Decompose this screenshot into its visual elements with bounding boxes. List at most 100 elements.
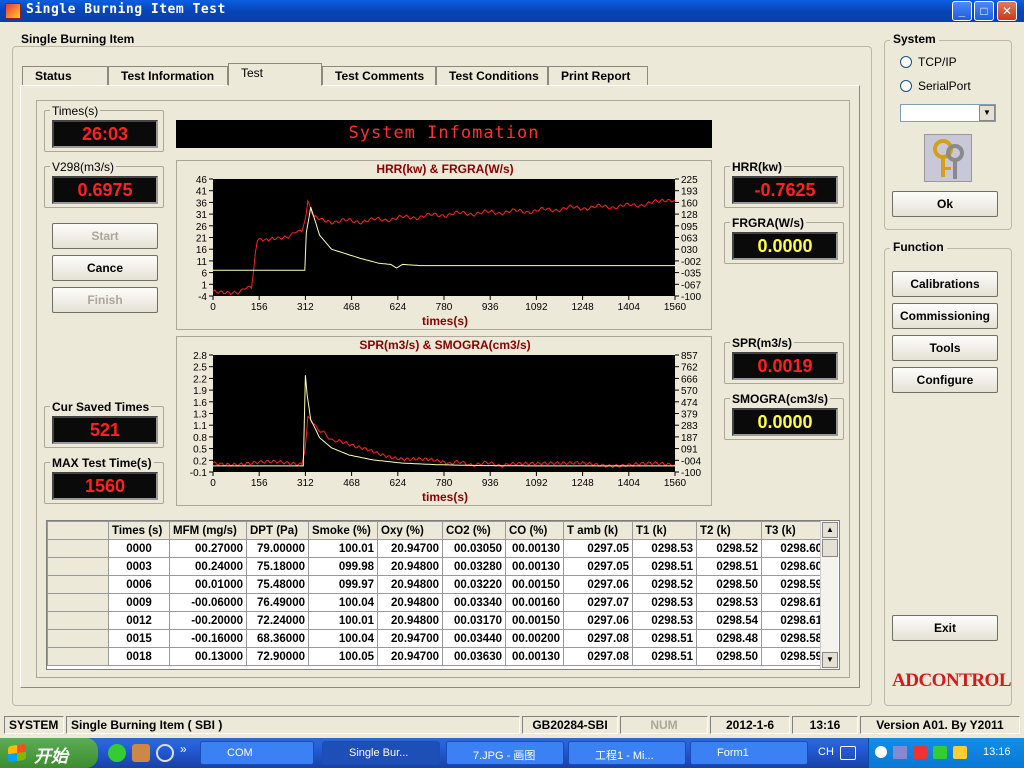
status-date: 2012-1-6 xyxy=(710,716,790,734)
table-cell: 0298.59 xyxy=(761,575,826,594)
table-cell: 0298.53 xyxy=(632,539,697,558)
tab-test-comments[interactable]: Test Comments xyxy=(322,66,436,85)
status-time: 13:16 xyxy=(792,716,858,734)
table-cell: 0012 xyxy=(108,611,170,630)
table-cell: -00.06000 xyxy=(169,593,247,612)
table-cell: 20.94700 xyxy=(377,629,443,648)
quicklaunch-browser-icon[interactable] xyxy=(156,744,174,762)
serialport-label: SerialPort xyxy=(918,79,971,93)
tcpip-radio[interactable] xyxy=(900,56,912,68)
row-header-cell[interactable] xyxy=(47,539,109,558)
windows-logo-icon xyxy=(8,743,26,763)
taskbar-item-single-burning[interactable]: Single Bur... xyxy=(322,741,440,765)
ok-button[interactable]: Ok xyxy=(892,191,998,217)
table-header-cell[interactable]: T3 (k) xyxy=(761,521,826,540)
table-cell: 0297.07 xyxy=(563,593,633,612)
table-header-cell[interactable]: T amb (k) xyxy=(563,521,633,540)
table-header-row: Times (s) MFM (mg/s) DPT (Pa) Smoke (%) Oxy … xyxy=(47,521,826,540)
configure-button[interactable]: Configure xyxy=(892,367,998,393)
minimize-button[interactable]: _ xyxy=(952,1,972,21)
taskbar-item-com[interactable]: COM xyxy=(200,741,314,765)
quicklaunch-expand-icon[interactable]: » xyxy=(180,742,187,756)
exit-button[interactable]: Exit xyxy=(892,615,998,641)
table-cell: 00.00130 xyxy=(505,557,564,576)
table-cell: 0298.51 xyxy=(632,629,697,648)
table-body: 0000 00.27000 79.00000 100.01 20.94700 00.030… xyxy=(47,539,826,666)
table-header-cell[interactable]: T2 (k) xyxy=(696,521,762,540)
tab-test-conditions[interactable]: Test Conditions xyxy=(436,66,548,85)
title-bar[interactable]: Single Burning Item Test _ □ ✕ xyxy=(0,0,1024,22)
tab-test[interactable]: Test xyxy=(228,63,322,86)
start-button-taskbar[interactable]: 开始 xyxy=(0,738,98,768)
table-header-cell[interactable]: CO2 (%) xyxy=(442,521,506,540)
table-row[interactable]: 0000 00.27000 79.00000 100.01 20.94700 00.030… xyxy=(47,539,826,558)
taskbar-item-project[interactable]: 工程1 - Mi... xyxy=(568,741,686,765)
table-row[interactable]: 0018 00.13000 72.90000 100.05 20.94700 00.036… xyxy=(47,647,826,666)
keyboard-icon[interactable] xyxy=(840,746,856,760)
tab-test-information[interactable]: Test Information xyxy=(108,66,228,85)
calibrations-button[interactable]: Calibrations xyxy=(892,271,998,297)
table-cell: 0000 xyxy=(108,539,170,558)
data-table: Times (s) MFM (mg/s) DPT (Pa) Smoke (%) Oxy … xyxy=(47,521,826,666)
table-row[interactable]: 0015 -00.16000 68.36000 100.04 20.94700 00.03… xyxy=(47,629,826,648)
table-cell: 0298.53 xyxy=(696,593,762,612)
table-cell: 100.04 xyxy=(308,593,378,612)
row-header-cell[interactable] xyxy=(47,557,109,576)
table-cell: 0297.05 xyxy=(563,557,633,576)
tray-volume-icon[interactable] xyxy=(953,746,967,759)
table-row[interactable]: 0009 -00.06000 76.49000 100.04 20.94800 00.03… xyxy=(47,593,826,612)
taskbar-item-paint[interactable]: 7.JPG - 画图 xyxy=(446,741,564,765)
tray-network-icon[interactable] xyxy=(893,746,907,759)
quicklaunch-ie-icon[interactable] xyxy=(108,744,126,762)
taskbar-item-form1[interactable]: Form1 xyxy=(690,741,808,765)
table-cell: -00.16000 xyxy=(169,629,247,648)
table-cell: 00.00200 xyxy=(505,629,564,648)
maximize-button[interactable]: □ xyxy=(974,1,994,21)
table-cell: 0297.08 xyxy=(563,647,633,666)
data-table-container[interactable]: Times (s) MFM (mg/s) DPT (Pa) Smoke (%) Oxy … xyxy=(46,520,840,670)
table-row[interactable]: 0006 00.01000 75.48000 099.97 20.94800 00.032… xyxy=(47,575,826,594)
keys-icon xyxy=(924,134,972,182)
table-cell: 100.01 xyxy=(308,539,378,558)
row-header-cell[interactable] xyxy=(47,593,109,612)
table-cell: 79.00000 xyxy=(246,539,309,558)
close-button[interactable]: ✕ xyxy=(997,1,1017,21)
table-header-cell[interactable]: DPT (Pa) xyxy=(246,521,309,540)
table-header-cell[interactable]: T1 (k) xyxy=(632,521,697,540)
port-select[interactable]: ▼ xyxy=(900,104,996,122)
system-tray: 13:16 xyxy=(868,738,1024,768)
row-header-cell[interactable] xyxy=(47,575,109,594)
tray-expand-icon[interactable] xyxy=(875,746,887,758)
table-cell: 00.03050 xyxy=(442,539,506,558)
commissioning-button[interactable]: Commissioning xyxy=(892,303,998,329)
tools-button[interactable]: Tools xyxy=(892,335,998,361)
row-header-cell[interactable] xyxy=(47,611,109,630)
language-indicator[interactable]: CH xyxy=(818,746,834,758)
table-header-cell[interactable]: Times (s) xyxy=(108,521,170,540)
table-cell: -00.20000 xyxy=(169,611,247,630)
table-row[interactable]: 0012 -00.20000 72.24000 100.01 20.94800 00.03… xyxy=(47,611,826,630)
tab-print-report[interactable]: Print Report xyxy=(548,66,648,85)
table-cell: 0298.53 xyxy=(632,611,697,630)
table-header-cell[interactable]: Smoke (%) xyxy=(308,521,378,540)
row-header-cell[interactable] xyxy=(47,647,109,666)
table-header-cell[interactable]: MFM (mg/s) xyxy=(169,521,247,540)
tray-clock[interactable]: 13:16 xyxy=(983,746,1011,758)
tray-shield-icon[interactable] xyxy=(933,746,947,759)
chevron-down-icon[interactable]: ▼ xyxy=(979,105,995,121)
tray-security-icon[interactable] xyxy=(913,746,927,759)
taskbar-item-project-label: 工程1 - Mi... xyxy=(595,750,654,762)
table-cell: 0298.52 xyxy=(696,539,762,558)
start-label: 开始 xyxy=(34,747,68,766)
table-header-cell[interactable]: CO (%) xyxy=(505,521,564,540)
tcpip-label: TCP/IP xyxy=(918,55,957,69)
taskbar-item-paint-label: 7.JPG - 画图 xyxy=(473,750,536,762)
tab-status[interactable]: Status xyxy=(22,66,108,85)
row-header-cell[interactable] xyxy=(47,629,109,648)
adcontrol-logo: ADCONTROL xyxy=(892,670,1012,691)
table-row[interactable]: 0003 00.24000 75.18000 099.98 20.94800 00.032… xyxy=(47,557,826,576)
quicklaunch-app-icon[interactable] xyxy=(132,744,150,762)
serialport-radio[interactable] xyxy=(900,80,912,92)
table-header-cell[interactable]: Oxy (%) xyxy=(377,521,443,540)
table-cell: 0298.52 xyxy=(632,575,697,594)
